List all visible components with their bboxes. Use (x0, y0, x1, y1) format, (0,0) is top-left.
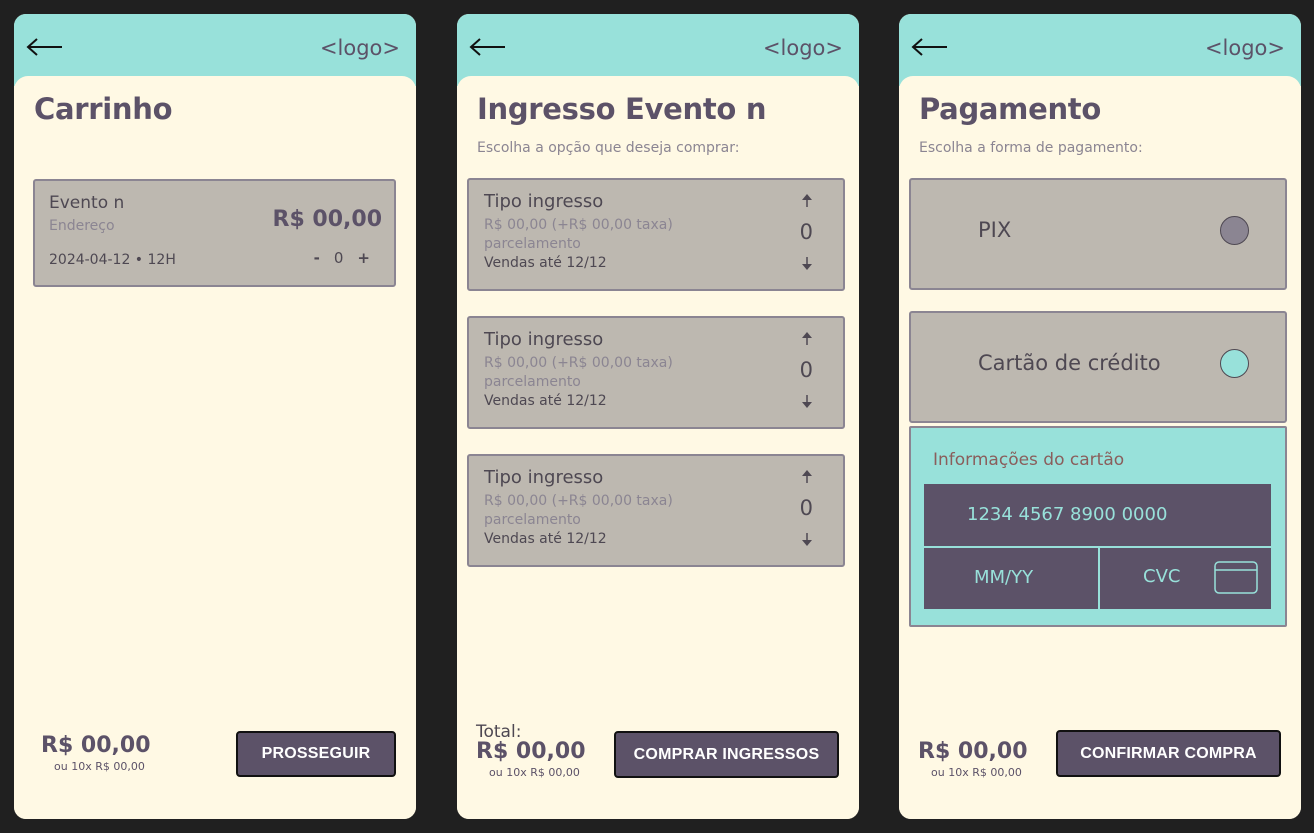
footer-installments: ou 10x R$ 00,00 (54, 760, 145, 773)
ticket-option: Tipo ingresso R$ 00,00 (+R$ 00,00 taxa) … (467, 178, 845, 291)
decrement-button[interactable]: - (314, 249, 320, 267)
ticket-quantity: 0 (799, 496, 813, 520)
tickets-screen: <logo> Ingresso Evento n Escolha a opção… (457, 14, 859, 819)
card-info-title: Informações do cartão (933, 450, 1125, 470)
proceed-button[interactable]: PROSSEGUIR (236, 731, 396, 777)
logo: <logo> (762, 36, 843, 60)
quantity-stepper: - 0 + (314, 249, 370, 267)
arrow-down-icon[interactable] (801, 532, 813, 546)
page-title: Pagamento (919, 92, 1101, 126)
event-address: Endereço (49, 218, 115, 234)
logo: <logo> (1204, 36, 1285, 60)
ticket-type: Tipo ingresso (484, 191, 604, 212)
cart-item: Evento n Endereço 2024-04-12 • 12H R$ 00… (33, 179, 396, 287)
logo: <logo> (319, 36, 400, 60)
event-price: R$ 00,00 (272, 207, 383, 232)
ticket-sales-until: Vendas até 12/12 (484, 255, 607, 271)
arrow-left-icon[interactable] (26, 36, 64, 58)
expiry-field[interactable]: MM/YY (924, 546, 1098, 609)
increment-button[interactable]: + (357, 249, 370, 267)
ticket-price: R$ 00,00 (+R$ 00,00 taxa) (484, 355, 673, 371)
arrow-down-icon[interactable] (801, 256, 813, 270)
ticket-quantity: 0 (799, 220, 813, 244)
arrow-left-icon[interactable] (469, 36, 507, 58)
ticket-installments: parcelamento (484, 374, 581, 390)
ticket-quantity: 0 (799, 358, 813, 382)
payment-option-label: Cartão de crédito (978, 351, 1161, 375)
arrow-left-icon[interactable] (911, 36, 949, 58)
pix-radio[interactable] (1220, 216, 1249, 245)
card-number-field[interactable]: 1234 4567 8900 0000 (924, 484, 1271, 547)
page-title: Ingresso Evento n (477, 92, 767, 126)
footer-installments: ou 10x R$ 00,00 (489, 766, 580, 779)
footer-price: R$ 00,00 (476, 739, 586, 764)
payment-option-pix[interactable]: PIX (909, 178, 1287, 290)
event-name: Evento n (49, 193, 125, 213)
ticket-price: R$ 00,00 (+R$ 00,00 taxa) (484, 217, 673, 233)
page-title: Carrinho (34, 92, 173, 126)
ticket-price: R$ 00,00 (+R$ 00,00 taxa) (484, 493, 673, 509)
field-divider (1098, 546, 1100, 609)
ticket-option: Tipo ingresso R$ 00,00 (+R$ 00,00 taxa) … (467, 316, 845, 429)
footer-installments: ou 10x R$ 00,00 (931, 766, 1022, 779)
ticket-installments: parcelamento (484, 236, 581, 252)
ticket-option: Tipo ingresso R$ 00,00 (+R$ 00,00 taxa) … (467, 454, 845, 567)
payment-option-label: PIX (978, 218, 1012, 242)
footer-price: R$ 00,00 (41, 733, 151, 758)
footer-price: R$ 00,00 (918, 739, 1028, 764)
ticket-sales-until: Vendas até 12/12 (484, 393, 607, 409)
credit-card-radio[interactable] (1220, 349, 1249, 378)
ticket-type: Tipo ingresso (484, 329, 604, 350)
payment-screen: <logo> Pagamento Escolha a forma de paga… (899, 14, 1301, 819)
confirm-purchase-button[interactable]: CONFIRMAR COMPRA (1056, 730, 1281, 777)
ticket-installments: parcelamento (484, 512, 581, 528)
page-subtitle: Escolha a forma de pagamento: (919, 140, 1143, 156)
payment-option-credit-card[interactable]: Cartão de crédito (909, 311, 1287, 423)
credit-card-icon (1214, 561, 1258, 594)
arrow-up-icon[interactable] (801, 194, 813, 208)
arrow-down-icon[interactable] (801, 394, 813, 408)
arrow-up-icon[interactable] (801, 332, 813, 346)
cart-screen: <logo> Carrinho Evento n Endereço 2024-0… (14, 14, 416, 819)
ticket-sales-until: Vendas até 12/12 (484, 531, 607, 547)
page-subtitle: Escolha a opção que deseja comprar: (477, 140, 740, 156)
event-date: 2024-04-12 • 12H (49, 252, 176, 268)
quantity-value: 0 (333, 249, 344, 267)
arrow-up-icon[interactable] (801, 470, 813, 484)
ticket-type: Tipo ingresso (484, 467, 604, 488)
card-info-panel: Informações do cartão 1234 4567 8900 000… (909, 426, 1287, 627)
buy-tickets-button[interactable]: COMPRAR INGRESSOS (614, 731, 839, 778)
